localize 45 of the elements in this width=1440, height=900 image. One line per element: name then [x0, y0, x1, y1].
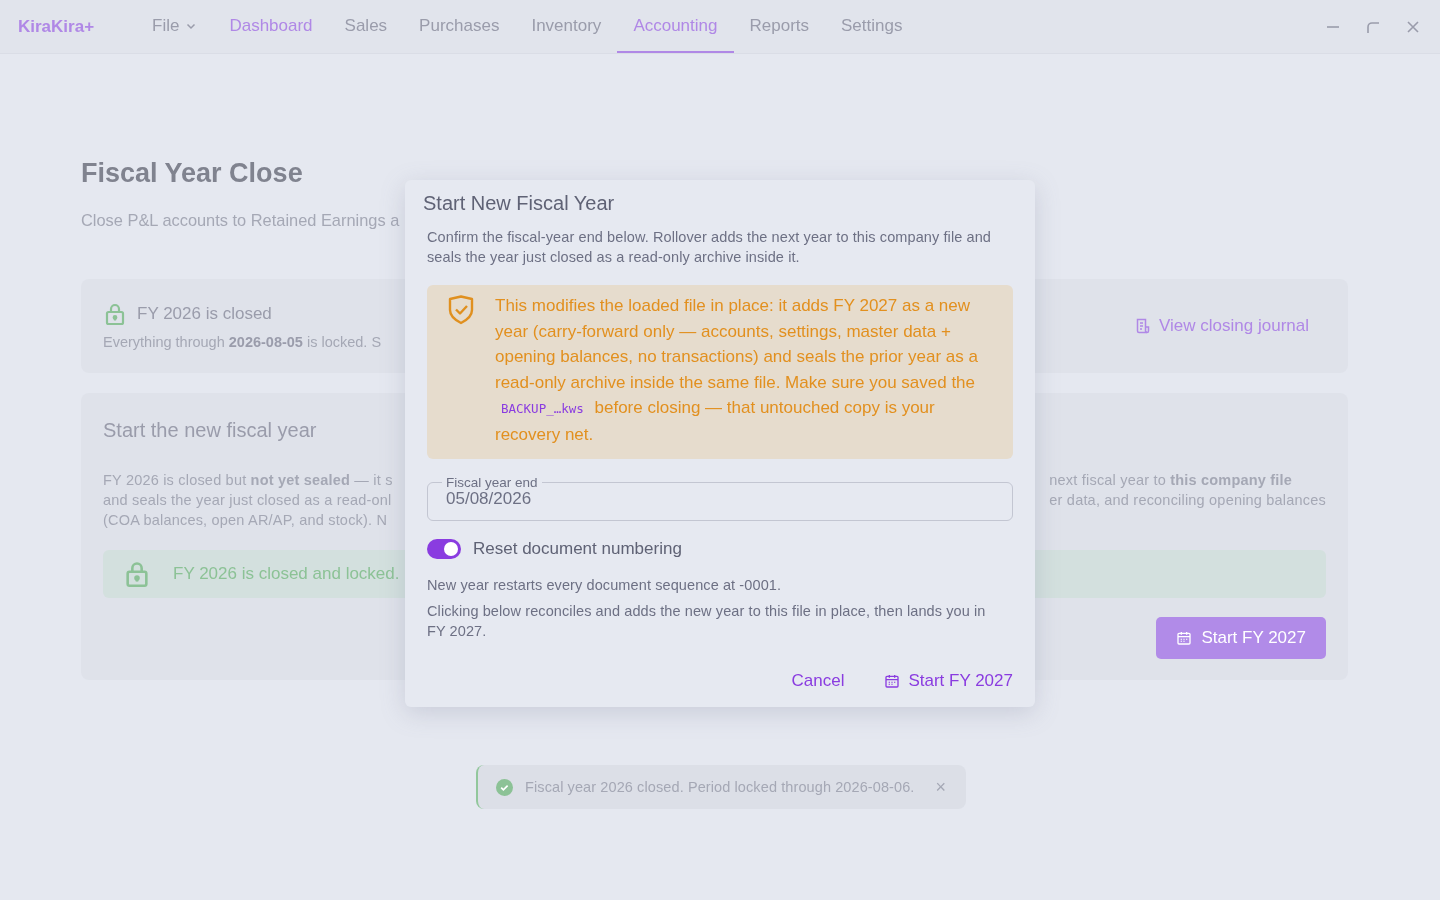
nav-tab[interactable]: Dashboard	[213, 0, 329, 53]
banner-text: FY 2026 is closed and locked.	[173, 564, 400, 584]
calendar-icon	[884, 673, 901, 689]
shield-check-icon	[447, 295, 475, 325]
warning-text: This modifies the loaded file in place: it adds FY 2027 as a new year (carry-forward only — accounts, settings, master data + opening balances, no transactions) and seals the prior year as a read-only archive inside the same file. Make sure you saved the BACKUP_…kws before closing — that untouched copy is your recovery net.	[495, 295, 979, 446]
paragraph-line: FY 2026 is closed but not yet sealed — it s	[103, 471, 393, 490]
paragraph-line: er data, and reconciling opening balances	[1049, 491, 1326, 510]
date-field[interactable]: Fiscal year end 05/08/2026	[427, 475, 1013, 521]
filename-code: BACKUP_…kws	[500, 401, 585, 416]
date-input[interactable]: 05/08/2026	[446, 489, 994, 509]
dialog-note: New year restarts every document sequence at -0001.	[427, 576, 783, 595]
page-title: Fiscal Year Close	[81, 158, 304, 189]
lock-icon	[123, 560, 151, 588]
dialog-title: Start New Fiscal Year	[423, 192, 616, 215]
dialog-note: Clicking below reconciles and adds the new year to this file in place, then lands you in FY 2027.	[427, 602, 987, 641]
lock-icon	[103, 302, 127, 326]
card-text: Everything through 2026-08-05 is locked. S	[103, 334, 382, 350]
page-subtitle: Close P&L accounts to Retained Earnings a	[81, 211, 401, 230]
nav-tab[interactable]: Purchases	[403, 0, 516, 53]
app-logo: KiraKira+	[18, 16, 96, 37]
cancel-button[interactable]: Cancel	[791, 671, 845, 691]
nav-tab[interactable]: Settings	[825, 0, 919, 53]
document-icon	[1135, 318, 1152, 334]
card-heading: Start the new fiscal year	[103, 419, 317, 442]
close-icon[interactable]	[1406, 19, 1420, 34]
close-button[interactable]: ×	[931, 776, 950, 798]
nav-tab[interactable]: Sales	[328, 0, 404, 53]
calendar-icon	[1176, 630, 1193, 646]
toggle-switch[interactable]	[427, 539, 461, 559]
paragraph-line: next fiscal year to this company file	[1049, 471, 1294, 490]
nav-tab[interactable]: Inventory	[515, 0, 618, 53]
restore-icon[interactable]	[1366, 19, 1380, 34]
card-title: FY 2026 is closed	[137, 304, 272, 324]
paragraph-line: and seals the year just closed as a read-onl	[103, 491, 393, 510]
nav-tab[interactable]: Reports	[733, 0, 826, 53]
nav-tab[interactable]: Accounting	[617, 0, 734, 53]
check-circle-icon	[496, 778, 513, 796]
field-label: Fiscal year end	[445, 475, 539, 490]
confirm-button[interactable]: Start FY 2027	[884, 671, 1013, 691]
start-year-button[interactable]: Start FY 2027	[1156, 617, 1326, 659]
view-journal-link[interactable]: View closing journal	[1135, 316, 1309, 336]
dialog-intro: Confirm the fiscal-year end below. Rollover adds the next year to this company file and seals the year just closed as a read-only archive inside it.	[427, 228, 992, 267]
menu-button[interactable]: File	[136, 0, 214, 53]
paragraph-line: (COA balances, open AR/AP, and stock). N	[103, 511, 389, 530]
toggle-label: Reset document numbering	[473, 539, 682, 559]
